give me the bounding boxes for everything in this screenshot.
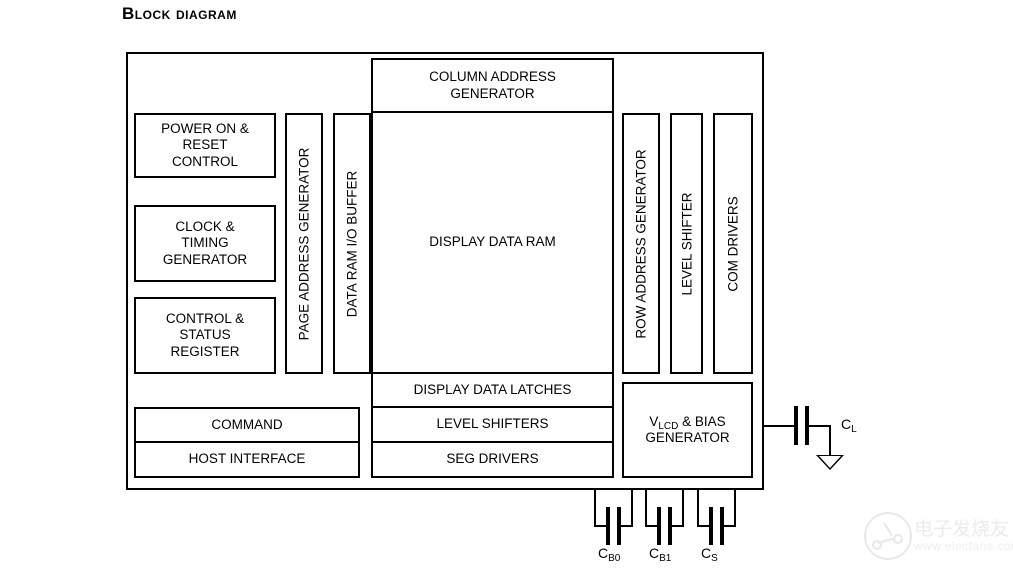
display-data-ram-block: DISPLAY DATA RAM xyxy=(371,111,614,374)
cb1-base: C xyxy=(649,545,660,561)
cb1-wire-left-vertical xyxy=(645,490,647,527)
cb1-sub: B1 xyxy=(659,553,672,564)
watermark-logo-icon xyxy=(864,512,912,560)
power-on-reset-control-block: POWER ON & RESET CONTROL xyxy=(134,113,276,178)
com-drivers-block: COM DRIVERS xyxy=(713,113,753,374)
cb1-wire-right-vertical xyxy=(682,490,684,527)
display-data-latches-block: DISPLAY DATA LATCHES xyxy=(371,372,614,408)
capacitor-cb0-label: CB0 xyxy=(598,545,621,564)
level-shifters-block: LEVEL SHIFTERS xyxy=(371,406,614,443)
clock-timing-generator-block: CLOCK & TIMING GENERATOR xyxy=(134,205,276,282)
level-shifters-label: LEVEL SHIFTERS xyxy=(436,416,549,432)
com-drivers-label: COM DRIVERS xyxy=(725,195,741,292)
cb0-plate-left xyxy=(606,507,610,545)
cs-sub: S xyxy=(711,553,718,564)
block-diagram-page: Block Diagram POWER ON & RESET CONTROL C… xyxy=(0,0,1013,569)
level-shifter-block: LEVEL SHIFTER xyxy=(670,113,703,374)
seg-drivers-label: SEG DRIVERS xyxy=(446,451,539,467)
clock-timing-generator-label: CLOCK & TIMING GENERATOR xyxy=(162,218,248,267)
cs-wire-left-vertical xyxy=(697,490,699,527)
cs-base: C xyxy=(701,545,712,561)
cl-wire-to-ground xyxy=(829,425,831,456)
ground-symbol-cl-inner xyxy=(819,456,841,468)
page-address-generator-block: PAGE ADDRESS GENERATOR xyxy=(285,113,323,374)
power-on-reset-control-label: POWER ON & RESET CONTROL xyxy=(161,120,249,169)
control-status-register-label: CONTROL & STATUS REGISTER xyxy=(165,310,245,359)
watermark-chinese-text: 电子发烧友 xyxy=(914,518,1010,540)
display-data-ram-label: DISPLAY DATA RAM xyxy=(429,234,556,250)
cl-sub: L xyxy=(851,424,857,435)
control-status-register-block: CONTROL & STATUS REGISTER xyxy=(134,297,276,374)
cs-plate-left xyxy=(709,507,713,545)
watermark-dot-1 xyxy=(872,540,882,550)
row-address-generator-block: ROW ADDRESS GENERATOR xyxy=(622,113,660,374)
vlcd-generator-label: GENERATOR xyxy=(645,430,730,445)
vlcd-v-label: V xyxy=(649,413,659,429)
page-address-generator-label: PAGE ADDRESS GENERATOR xyxy=(296,147,312,340)
command-block: COMMAND xyxy=(134,407,360,443)
vlcd-bias-generator-block: VLCD & BIAS GENERATOR xyxy=(622,382,753,478)
display-data-latches-label: DISPLAY DATA LATCHES xyxy=(413,381,572,397)
page-title: Block Diagram xyxy=(122,4,237,23)
column-address-generator-label: COLUMN ADDRESS GENERATOR xyxy=(429,68,556,101)
vlcd-bias-label: & BIAS xyxy=(678,413,726,429)
watermark-line-1 xyxy=(877,537,896,544)
ground-symbol-cl xyxy=(816,455,844,470)
capacitor-cl-label: CL xyxy=(841,416,857,435)
data-ram-io-buffer-label: DATA RAM I/O BUFFER xyxy=(344,170,360,317)
cb0-wire-right-vertical xyxy=(631,490,633,527)
data-ram-io-buffer-block: DATA RAM I/O BUFFER xyxy=(333,113,371,374)
watermark-dot-2 xyxy=(893,534,903,544)
cl-plate-left xyxy=(794,406,798,445)
cb0-sub: B0 xyxy=(608,553,621,564)
cb0-wire-left-vertical xyxy=(594,490,596,527)
cl-wire-left xyxy=(763,425,796,427)
cl-wire-right xyxy=(807,425,831,427)
watermark-url-text: www.elecfans.com xyxy=(914,539,1013,553)
column-address-generator-block: COLUMN ADDRESS GENERATOR xyxy=(371,58,614,113)
host-interface-label: HOST INTERFACE xyxy=(188,451,306,467)
host-interface-block: HOST INTERFACE xyxy=(134,441,360,478)
command-label: COMMAND xyxy=(211,416,283,432)
level-shifter-label: LEVEL SHIFTER xyxy=(679,191,694,296)
capacitor-cs-label: CS xyxy=(701,545,718,564)
watermark: 电子发烧友 www.elecfans.com xyxy=(862,506,1013,566)
cb1-plate-left xyxy=(657,507,661,545)
cl-base: C xyxy=(841,416,852,432)
row-address-generator-label: ROW ADDRESS GENERATOR xyxy=(633,148,649,339)
vlcd-subscript-label: LCD xyxy=(658,420,679,432)
cs-wire-right-vertical xyxy=(734,490,736,527)
capacitor-cb1-label: CB1 xyxy=(649,545,672,564)
watermark-line-2 xyxy=(883,522,893,537)
cb0-base: C xyxy=(598,545,609,561)
seg-drivers-block: SEG DRIVERS xyxy=(371,441,614,478)
